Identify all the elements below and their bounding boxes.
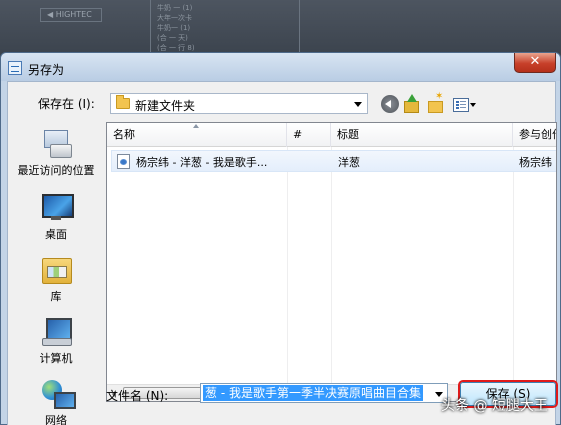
place-recent[interactable]: 最近访问的位置 xyxy=(8,128,104,178)
column-label: 名称 xyxy=(113,128,135,141)
up-folder-icon[interactable] xyxy=(403,94,421,113)
background-window: ◀ HIGHTEC 牛奶 一 (1) 大年一次卡 牛奶一 (1) (合 一 天) (合 … xyxy=(0,0,561,60)
column-header-row: 名称 # 标题 参与创作 xyxy=(107,123,556,147)
filename-input[interactable]: 葱 - 我是歌手第一季半决赛原唱曲目合集 xyxy=(200,383,448,403)
place-libraries[interactable]: 库 xyxy=(8,254,104,304)
place-label: 计算机 xyxy=(39,352,73,365)
app-icon xyxy=(8,61,22,75)
place-label: 桌面 xyxy=(45,228,67,241)
background-list-line: (合 一 天) xyxy=(157,34,188,42)
column-header-artist[interactable]: 参与创作 xyxy=(513,123,556,147)
column-header-title[interactable]: 标题 xyxy=(331,123,513,147)
place-network[interactable]: 网络 xyxy=(8,378,104,425)
watermark: 头条 @ 短腿大王 xyxy=(441,398,548,414)
column-header-number[interactable]: # xyxy=(287,123,331,147)
background-list-line: 牛奶 一 (1) xyxy=(157,4,193,12)
save-in-value: 新建文件夹 xyxy=(135,99,196,113)
background-list-line: 大年一次卡 xyxy=(157,14,192,22)
place-label: 最近访问的位置 xyxy=(17,164,95,177)
recent-places-icon xyxy=(40,128,72,158)
file-title: 洋葱 xyxy=(338,156,360,169)
audio-file-icon xyxy=(117,154,130,169)
save-in-label: 保存在 (I): xyxy=(38,97,95,111)
column-divider xyxy=(331,147,332,397)
save-as-dialog: 另存为 ✕ 保存在 (I): 新建文件夹 最近访问的位置 桌面 库 xyxy=(0,52,561,425)
chevron-down-icon[interactable] xyxy=(354,102,362,107)
view-menu-icon[interactable] xyxy=(453,95,479,113)
background-button: ◀ HIGHTEC xyxy=(40,8,102,22)
computer-icon xyxy=(40,316,72,346)
filename-label: 文件名 (N): xyxy=(106,389,169,403)
places-bar: 最近访问的位置 桌面 库 计算机 网络 xyxy=(8,122,104,425)
place-computer[interactable]: 计算机 xyxy=(8,316,104,366)
column-header-name[interactable]: 名称 xyxy=(107,123,287,147)
libraries-icon xyxy=(40,254,72,284)
place-desktop[interactable]: 桌面 xyxy=(8,192,104,242)
back-icon[interactable] xyxy=(381,95,399,113)
new-folder-icon[interactable] xyxy=(427,91,445,113)
close-button[interactable]: ✕ xyxy=(514,53,556,73)
dialog-body: 保存在 (I): 新建文件夹 最近访问的位置 桌面 库 xyxy=(7,81,557,425)
filename-value[interactable]: 葱 - 我是歌手第一季半决赛原唱曲目合集 xyxy=(203,385,423,401)
file-list[interactable]: 名称 # 标题 参与创作 杨宗纬 - 洋葱 - 我是歌手... 洋葱 杨宗纬 I… xyxy=(106,122,557,402)
sort-arrow-icon xyxy=(193,124,199,128)
file-artist: 杨宗纬 xyxy=(519,156,552,169)
column-divider xyxy=(513,147,514,397)
column-divider xyxy=(287,147,288,397)
place-label: 网络 xyxy=(45,414,67,425)
background-list-line: 牛奶一 (1) xyxy=(157,24,191,32)
file-name: 杨宗纬 - 洋葱 - 我是歌手... xyxy=(136,156,268,169)
place-label: 库 xyxy=(50,290,62,303)
network-icon xyxy=(40,378,76,409)
dialog-titlebar[interactable]: 另存为 ✕ xyxy=(1,53,560,81)
save-in-dropdown[interactable]: 新建文件夹 xyxy=(110,93,368,114)
folder-icon xyxy=(116,95,130,109)
file-row[interactable]: 杨宗纬 - 洋葱 - 我是歌手... 洋葱 杨宗纬 xyxy=(111,150,556,172)
desktop-icon xyxy=(40,192,74,222)
dialog-title: 另存为 xyxy=(28,63,65,77)
